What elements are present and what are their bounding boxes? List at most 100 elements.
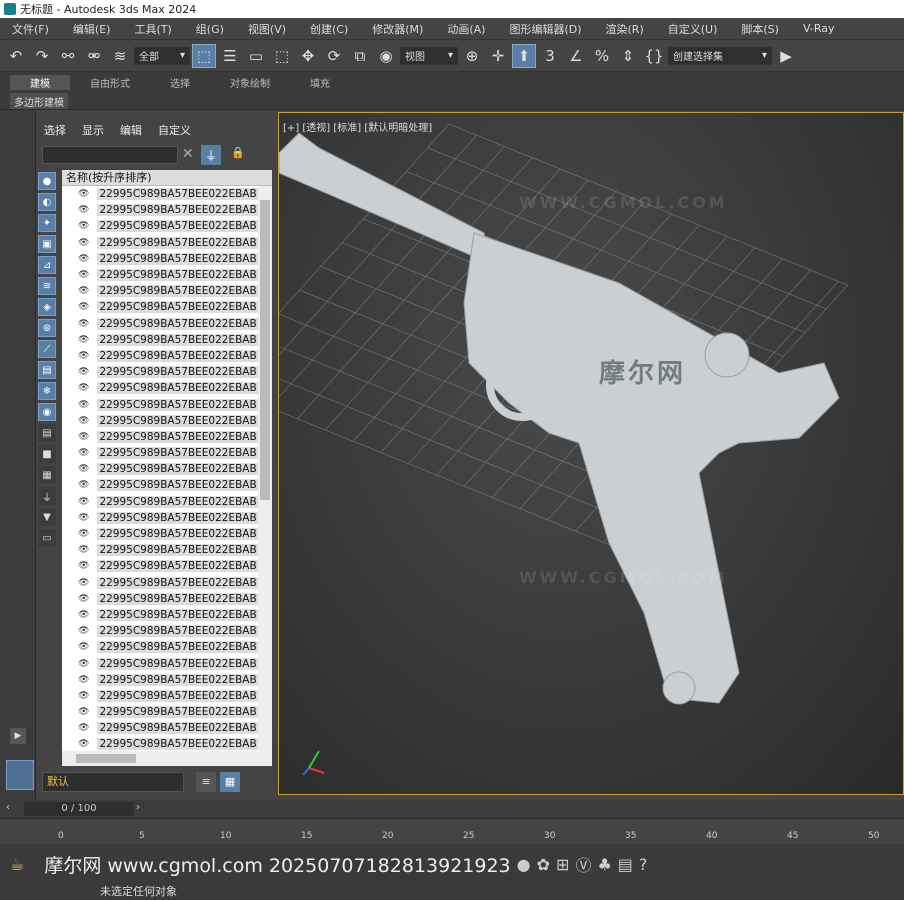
- place-icon[interactable]: ◉: [374, 44, 398, 68]
- list-item[interactable]: 👁 22995C989BA57BEE022EBAB: [62, 639, 258, 655]
- list-item[interactable]: 👁 22995C989BA57BEE022EBAB: [62, 720, 258, 736]
- shape-filter-icon[interactable]: ◐: [38, 193, 56, 211]
- next-frame-icon[interactable]: ›: [136, 802, 140, 813]
- scale-icon[interactable]: ⧉: [348, 44, 372, 68]
- spinner-snap-icon[interactable]: ⇕: [616, 44, 640, 68]
- list-item[interactable]: 👁 22995C989BA57BEE022EBAB: [62, 510, 258, 526]
- list-item[interactable]: 👁 22995C989BA57BEE022EBAB: [62, 429, 258, 445]
- bucket-icon[interactable]: ♣: [597, 855, 611, 874]
- filter-icon[interactable]: ⏚: [201, 145, 221, 165]
- list-item[interactable]: 👁 22995C989BA57BEE022EBAB: [62, 704, 258, 720]
- list-item[interactable]: 👁 22995C989BA57BEE022EBAB: [62, 202, 258, 218]
- visibility-icon[interactable]: 👁: [78, 626, 89, 636]
- visibility-icon[interactable]: 👁: [78, 513, 89, 523]
- menu-item[interactable]: 图形编辑器(D): [497, 21, 593, 37]
- list-item[interactable]: 👁 22995C989BA57BEE022EBAB: [62, 672, 258, 688]
- visibility-icon[interactable]: 👁: [78, 529, 89, 539]
- list-item[interactable]: 👁 22995C989BA57BEE022EBAB: [62, 380, 258, 396]
- sphere-icon[interactable]: ●: [517, 855, 531, 874]
- layer-tool-icon[interactable]: ⊞: [556, 855, 569, 874]
- track-bar[interactable]: 0 5 10 15 20 25 30 35 40 45 50: [0, 818, 904, 844]
- menu-item[interactable]: 编辑(E): [61, 21, 123, 37]
- list-item[interactable]: 👁 22995C989BA57BEE022EBAB: [62, 542, 258, 558]
- visibility-icon[interactable]: 👁: [78, 189, 89, 199]
- xref-filter-icon[interactable]: ⊛: [38, 319, 56, 337]
- list-item[interactable]: 👁 22995C989BA57BEE022EBAB: [62, 332, 258, 348]
- hierarchy-icon[interactable]: ▦: [220, 772, 240, 792]
- undo-icon[interactable]: ↶: [4, 44, 28, 68]
- visibility-icon[interactable]: 👁: [78, 578, 89, 588]
- named-selection-dropdown[interactable]: 创建选择集 ▾: [668, 46, 772, 65]
- list-item[interactable]: 👁 22995C989BA57BEE022EBAB: [62, 575, 258, 591]
- selection-filter-dropdown[interactable]: 全部 ▾: [134, 46, 190, 65]
- palette-icon[interactable]: ✿: [537, 855, 550, 874]
- menu-item[interactable]: 动画(A): [435, 21, 497, 37]
- menu-item[interactable]: 文件(F): [0, 21, 61, 37]
- list-item[interactable]: 👁 22995C989BA57BEE022EBAB: [62, 283, 258, 299]
- scene-explorer-tab[interactable]: 选择: [36, 122, 74, 140]
- layer-dropdown[interactable]: 默认: [42, 772, 184, 792]
- doc-icon[interactable]: ▦: [38, 466, 56, 484]
- move-icon[interactable]: ✥: [296, 44, 320, 68]
- list-item[interactable]: 👁 22995C989BA57BEE022EBAB: [62, 364, 258, 380]
- list-item[interactable]: 👁 22995C989BA57BEE022EBAB: [62, 623, 258, 639]
- spacewarp-filter-icon[interactable]: ≋: [38, 277, 56, 295]
- hidden-filter-icon[interactable]: ◉: [38, 403, 56, 421]
- select-object-icon[interactable]: ⬚: [192, 43, 216, 68]
- prev-frame-icon[interactable]: ‹: [6, 802, 10, 813]
- visibility-icon[interactable]: 👁: [78, 659, 89, 669]
- menu-item[interactable]: 创建(C): [298, 21, 360, 37]
- list-item[interactable]: 👁 22995C989BA57BEE022EBAB: [62, 235, 258, 251]
- pivot-icon[interactable]: ⊕: [460, 44, 484, 68]
- visibility-icon[interactable]: 👁: [78, 221, 89, 231]
- teapot-icon[interactable]: ☕: [10, 855, 24, 874]
- percent-snap-icon[interactable]: %: [590, 44, 614, 68]
- visibility-icon[interactable]: 👁: [78, 707, 89, 717]
- scene-explorer-tab[interactable]: 编辑: [112, 122, 150, 140]
- list-item[interactable]: 👁 22995C989BA57BEE022EBAB: [62, 348, 258, 364]
- menu-item[interactable]: 组(G): [184, 21, 236, 37]
- angle-snap-icon[interactable]: ∠: [564, 44, 588, 68]
- square-icon[interactable]: ■: [38, 445, 56, 463]
- camera-filter-icon[interactable]: ▣: [38, 235, 56, 253]
- menu-item[interactable]: 视图(V): [236, 21, 298, 37]
- list-item[interactable]: 👁 22995C989BA57BEE022EBAB: [62, 591, 258, 607]
- rect-selection-icon[interactable]: ▭: [244, 44, 268, 68]
- visibility-icon[interactable]: 👁: [78, 448, 89, 458]
- group-filter-icon[interactable]: ◈: [38, 298, 56, 316]
- window-crossing-icon[interactable]: ⬚: [270, 44, 294, 68]
- layers-icon[interactable]: ≡: [196, 772, 216, 792]
- bone-filter-icon[interactable]: ⟋: [38, 340, 56, 358]
- visibility-icon[interactable]: 👁: [78, 497, 89, 507]
- list-icon[interactable]: ▤: [38, 424, 56, 442]
- name-column-header[interactable]: 名称(按升序排序): [62, 170, 272, 186]
- help-icon[interactable]: ?: [639, 855, 648, 874]
- list-item[interactable]: 👁 22995C989BA57BEE022EBAB: [62, 736, 258, 751]
- geometry-filter-icon[interactable]: ●: [38, 172, 56, 190]
- list-item[interactable]: 👁 22995C989BA57BEE022EBAB: [62, 494, 258, 510]
- visibility-icon[interactable]: 👁: [78, 319, 89, 329]
- snap-3d-icon[interactable]: 3: [538, 44, 562, 68]
- visibility-icon[interactable]: 👁: [78, 286, 89, 296]
- unlink-icon[interactable]: ⚮: [82, 44, 106, 68]
- list-item[interactable]: 👁 22995C989BA57BEE022EBAB: [62, 413, 258, 429]
- visibility-icon[interactable]: 👁: [78, 254, 89, 264]
- menu-item[interactable]: V-Ray: [791, 22, 847, 35]
- visibility-icon[interactable]: 👁: [78, 675, 89, 685]
- visibility-icon[interactable]: 👁: [78, 432, 89, 442]
- vray-icon[interactable]: Ⓥ: [575, 852, 591, 876]
- visibility-icon[interactable]: 👁: [78, 205, 89, 215]
- perspective-viewport[interactable]: [+] [透视] [标准] [默认明暗处理] WWW.CGMOL.COM WWW…: [278, 112, 904, 795]
- time-slider[interactable]: 0 / 100: [24, 802, 134, 816]
- list-item[interactable]: 👁 22995C989BA57BEE022EBAB: [62, 396, 258, 412]
- light-filter-icon[interactable]: ✦: [38, 214, 56, 232]
- polygon-modeling-tab[interactable]: 多边形建模: [10, 93, 68, 109]
- visibility-icon[interactable]: 👁: [78, 691, 89, 701]
- rotate-icon[interactable]: ⟳: [322, 44, 346, 68]
- menu-item[interactable]: 脚本(S): [729, 21, 791, 37]
- visibility-icon[interactable]: 👁: [78, 739, 89, 749]
- visibility-icon[interactable]: 👁: [78, 480, 89, 490]
- visibility-icon[interactable]: 👁: [78, 723, 89, 733]
- visibility-icon[interactable]: 👁: [78, 642, 89, 652]
- ribbon-tab[interactable]: 对象绘制: [210, 75, 290, 90]
